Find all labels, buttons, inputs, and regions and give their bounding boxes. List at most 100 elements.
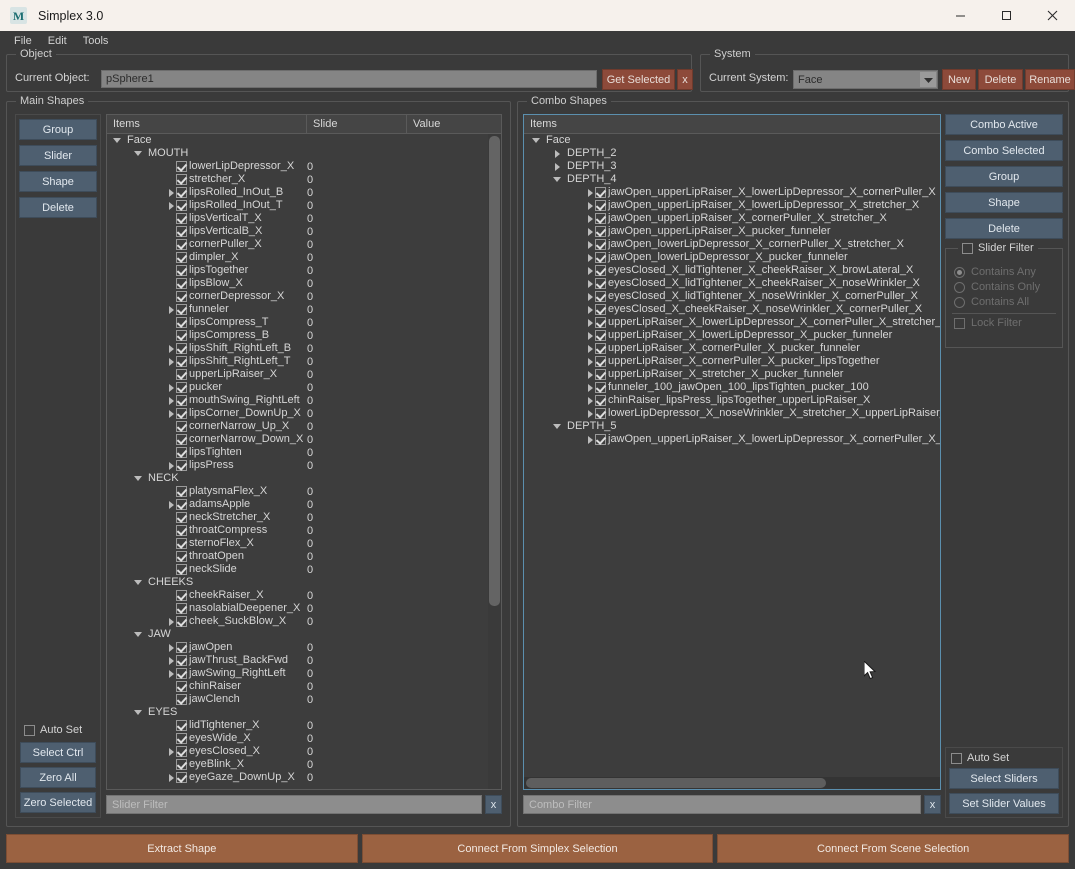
combo-shape-button[interactable]: Shape xyxy=(945,192,1063,213)
chevron-down-icon[interactable] xyxy=(134,149,143,158)
tree-item-checkbox[interactable] xyxy=(176,772,187,783)
tree-item-checkbox[interactable] xyxy=(176,447,187,458)
tree-item-checkbox[interactable] xyxy=(176,330,187,341)
extract-shape-button[interactable]: Extract Shape xyxy=(6,834,358,863)
tree-item-row[interactable]: cornerDepressor_X 0 xyxy=(107,290,501,303)
radio-contains-only[interactable]: Contains Only xyxy=(946,278,1062,293)
chevron-right-icon[interactable] xyxy=(586,396,595,405)
tree-item-row[interactable]: lipsShift_RightLeft_B 0 xyxy=(107,342,501,355)
tree-item-row[interactable]: lipsTighten 0 xyxy=(107,446,501,459)
main-tree-vscrollbar[interactable] xyxy=(488,134,501,789)
chevron-right-icon[interactable] xyxy=(586,409,595,418)
tree-item-checkbox[interactable] xyxy=(595,434,606,445)
tree-group-row[interactable]: CHEEKS xyxy=(107,576,501,589)
tree-item-row[interactable]: pucker 0 xyxy=(107,381,501,394)
tree-item-checkbox[interactable] xyxy=(595,382,606,393)
tree-item-row[interactable]: lipsPress 0 xyxy=(107,459,501,472)
tree-item-row[interactable]: platysmaFlex_X 0 xyxy=(107,485,501,498)
tree-item-checkbox[interactable] xyxy=(176,291,187,302)
radio-contains-only-button[interactable] xyxy=(954,281,965,293)
chevron-right-icon[interactable] xyxy=(586,344,595,353)
chevron-down-icon[interactable] xyxy=(532,136,541,145)
tree-item-checkbox[interactable] xyxy=(595,330,606,341)
radio-contains-any[interactable]: Contains Any xyxy=(946,263,1062,278)
slider-filter-input[interactable] xyxy=(106,795,482,814)
tree-item-checkbox[interactable] xyxy=(176,304,187,315)
tree-item-row[interactable]: jawOpen_upperLipRaiser_X_lowerLipDepress… xyxy=(524,199,940,212)
tree-item-row[interactable]: funneler_100_jawOpen_100_lipsTighten_puc… xyxy=(524,381,940,394)
chevron-right-icon[interactable] xyxy=(586,435,595,444)
tree-item-row[interactable]: chinRaiser 0 xyxy=(107,680,501,693)
chevron-down-icon[interactable] xyxy=(134,474,143,483)
connect-from-simplex-selection-button[interactable]: Connect From Simplex Selection xyxy=(361,834,714,863)
tree-item-checkbox[interactable] xyxy=(176,434,187,445)
combo-filter-clear-button[interactable]: x xyxy=(924,795,941,814)
tree-item-checkbox[interactable] xyxy=(176,317,187,328)
tree-item-row[interactable]: lipsCompress_T 0 xyxy=(107,316,501,329)
tree-item-checkbox[interactable] xyxy=(176,213,187,224)
tree-item-row[interactable]: lipsShift_RightLeft_T 0 xyxy=(107,355,501,368)
menu-edit[interactable]: Edit xyxy=(42,33,73,49)
chevron-right-icon[interactable] xyxy=(167,617,176,626)
chevron-right-icon[interactable] xyxy=(586,266,595,275)
chevron-right-icon[interactable] xyxy=(167,461,176,470)
tree-item-row[interactable]: upperLipRaiser_X_cornerPuller_X_pucker_l… xyxy=(524,355,940,368)
tree-group-row[interactable]: JAW xyxy=(107,628,501,641)
chevron-right-icon[interactable] xyxy=(586,227,595,236)
tree-item-checkbox[interactable] xyxy=(176,603,187,614)
chevron-right-icon[interactable] xyxy=(586,331,595,340)
tree-group-row[interactable]: MOUTH xyxy=(107,147,501,160)
tree-item-checkbox[interactable] xyxy=(595,213,606,224)
tree-item-checkbox[interactable] xyxy=(176,694,187,705)
tree-item-checkbox[interactable] xyxy=(595,343,606,354)
chevron-right-icon[interactable] xyxy=(167,201,176,210)
tree-item-row[interactable]: jawOpen_upperLipRaiser_X_pucker_funneler xyxy=(524,225,940,238)
tree-item-checkbox[interactable] xyxy=(595,239,606,250)
tree-item-checkbox[interactable] xyxy=(176,187,187,198)
chevron-right-icon[interactable] xyxy=(167,747,176,756)
combo-selected-button[interactable]: Combo Selected xyxy=(945,140,1063,161)
main-auto-set-checkbox[interactable] xyxy=(24,724,35,736)
chevron-right-icon[interactable] xyxy=(586,279,595,288)
tree-group-row[interactable]: DEPTH_2 xyxy=(524,147,940,160)
chevron-right-icon[interactable] xyxy=(586,253,595,262)
tree-group-row[interactable]: EYES xyxy=(107,706,501,719)
combo-tree-hscrollbar[interactable] xyxy=(524,777,940,789)
tree-group-row[interactable]: DEPTH_5 xyxy=(524,420,940,433)
current-system-select[interactable]: Face xyxy=(793,70,938,89)
slider-filter-clear-button[interactable]: x xyxy=(485,795,502,814)
tree-item-checkbox[interactable] xyxy=(176,746,187,757)
chevron-down-icon[interactable] xyxy=(113,136,122,145)
column-slide[interactable]: Slide xyxy=(307,115,407,134)
column-items[interactable]: Items xyxy=(107,115,307,134)
tree-item-checkbox[interactable] xyxy=(176,356,187,367)
tree-item-row[interactable]: cheek_SuckBlow_X 0 xyxy=(107,615,501,628)
combo-shapes-tree[interactable]: Items Face DEPTH_2 DEPTH_3 DEPTH_4 jawOpen_u… xyxy=(523,114,941,790)
main-tree-vscroll-thumb[interactable] xyxy=(489,136,500,606)
get-selected-button[interactable]: Get Selected xyxy=(602,69,675,90)
select-sliders-button[interactable]: Select Sliders xyxy=(949,768,1059,789)
tree-item-checkbox[interactable] xyxy=(176,551,187,562)
tree-item-row[interactable]: jawSwing_RightLeft 0 xyxy=(107,667,501,680)
chevron-down-icon[interactable] xyxy=(134,630,143,639)
tree-item-row[interactable]: lowerLipDepressor_X_noseWrinkler_X_stret… xyxy=(524,407,940,420)
tree-item-checkbox[interactable] xyxy=(176,590,187,601)
maximize-icon[interactable] xyxy=(983,0,1029,31)
tree-item-checkbox[interactable] xyxy=(176,421,187,432)
tree-group-row[interactable]: NECK xyxy=(107,472,501,485)
combo-column-items[interactable]: Items xyxy=(524,115,940,134)
slider-filter-header[interactable]: Slider Filter xyxy=(958,242,1038,254)
tree-item-checkbox[interactable] xyxy=(176,538,187,549)
tree-item-checkbox[interactable] xyxy=(595,200,606,211)
minimize-icon[interactable] xyxy=(937,0,983,31)
combo-auto-set-checkbox[interactable] xyxy=(951,752,962,764)
main-auto-set-row[interactable]: Auto Set xyxy=(19,721,97,740)
tree-item-row[interactable]: jawOpen_upperLipRaiser_X_lowerLipDepress… xyxy=(524,186,940,199)
tree-item-checkbox[interactable] xyxy=(176,668,187,679)
chevron-right-icon[interactable] xyxy=(586,318,595,327)
chevron-down-icon[interactable] xyxy=(134,578,143,587)
tree-item-checkbox[interactable] xyxy=(595,291,606,302)
tree-item-row[interactable]: cornerPuller_X 0 xyxy=(107,238,501,251)
tree-item-checkbox[interactable] xyxy=(176,278,187,289)
tree-item-row[interactable]: lipsTogether 0 xyxy=(107,264,501,277)
